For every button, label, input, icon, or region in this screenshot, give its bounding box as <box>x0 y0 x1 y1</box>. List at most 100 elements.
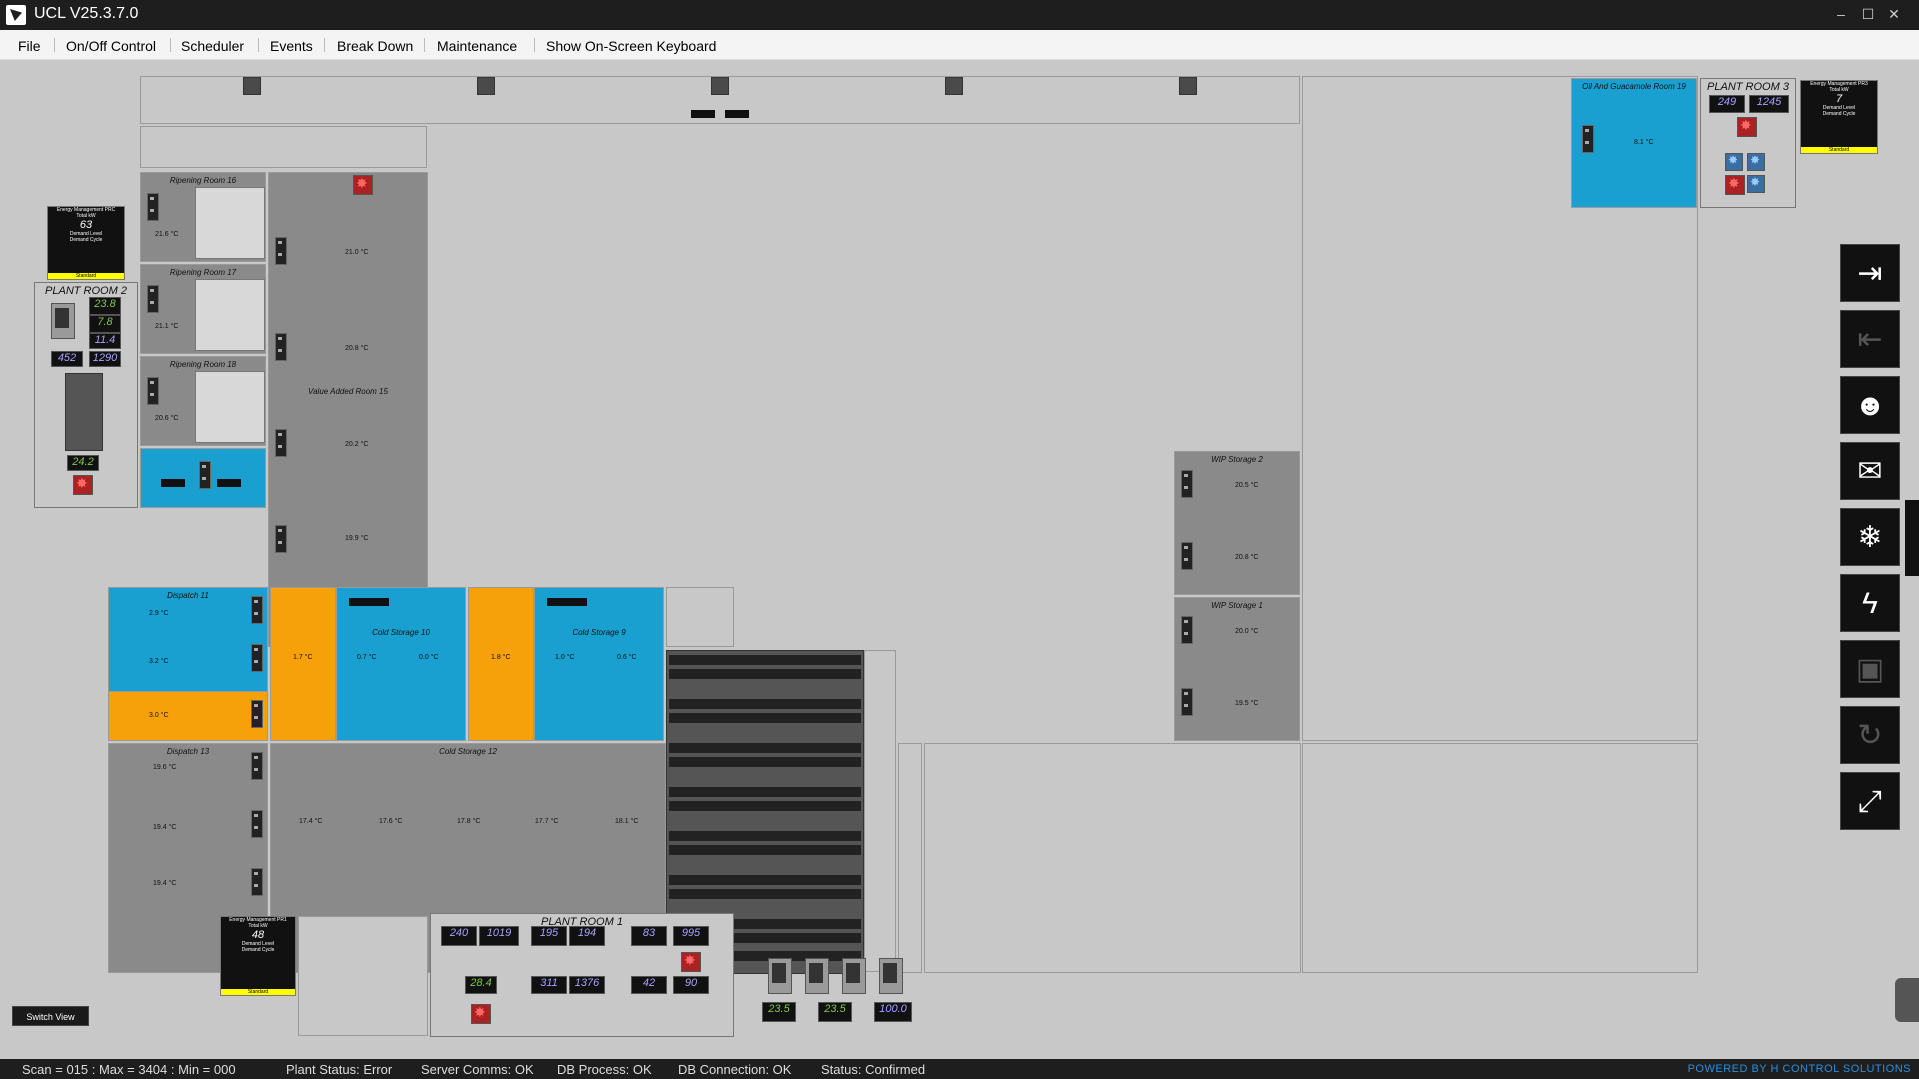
collapse-panel-tab[interactable] <box>1895 978 1919 1022</box>
alarm-fan-icon[interactable] <box>353 175 373 195</box>
outdoor-drybulb-display: 23.5 <box>762 1002 796 1022</box>
heater-icon[interactable] <box>199 461 211 489</box>
user-settings-icon[interactable]: ☻ <box>1840 376 1900 434</box>
cold-storage-9-warm[interactable]: 1.8 °C <box>468 587 534 741</box>
evaporator-icon[interactable] <box>275 333 287 361</box>
mail-icon[interactable]: ✉ <box>1840 442 1900 500</box>
door-unit-icon[interactable] <box>477 77 495 95</box>
door-unit-icon[interactable] <box>711 77 729 95</box>
evaporator-icon[interactable] <box>251 644 263 672</box>
condenser-fan-icon[interactable] <box>471 1004 491 1024</box>
menu-bar: File On/Off Control Scheduler Events Bre… <box>0 30 1919 60</box>
evaporator-icon[interactable] <box>251 868 263 896</box>
energy-management-pr3[interactable]: Energy Management PR3 Total kW 7 Demand … <box>1800 80 1878 154</box>
top-corridor <box>140 76 1300 124</box>
dispatch-11-warm-zone[interactable]: 3.0 °C <box>108 691 268 741</box>
site-plan: Energy Management PRC Total kW 63 Demand… <box>0 60 1919 1059</box>
evaporator-icon[interactable] <box>251 810 263 838</box>
energy-management-prc[interactable]: Energy Management PRC Total kW 63 Demand… <box>47 206 125 280</box>
door-unit-icon[interactable] <box>1179 77 1197 95</box>
ripening-control-panel[interactable] <box>195 279 265 351</box>
evaporator-icon[interactable] <box>251 752 263 780</box>
menu-onoff-control[interactable]: On/Off Control <box>66 38 156 54</box>
evaporator-icon[interactable] <box>147 285 159 313</box>
menu-scheduler[interactable]: Scheduler <box>181 38 244 54</box>
logout-icon[interactable]: ⇤ <box>1840 310 1900 368</box>
ripening-room-16[interactable]: Ripening Room 16 21.6 °C <box>140 172 266 262</box>
suction-display: 83 <box>631 926 667 946</box>
ripening-control-panel[interactable] <box>195 371 265 443</box>
evaporator-icon[interactable] <box>147 193 159 221</box>
switch-view-button[interactable]: Switch View <box>12 1006 89 1026</box>
suction-display: 240 <box>441 926 477 946</box>
condenser-fan-icon[interactable] <box>1725 175 1745 195</box>
login-icon[interactable]: ⇥ <box>1840 244 1900 302</box>
ripening-room-18[interactable]: Ripening Room 18 20.6 °C <box>140 356 266 446</box>
evaporator-icon[interactable] <box>1181 542 1193 570</box>
value-added-room-15[interactable]: 21.0 °C 20.8 °C Value Added Room 15 20.2… <box>268 172 428 647</box>
evaporator-icon[interactable] <box>1181 470 1193 498</box>
window-titlebar: UCL V25.3.7.0 – ☐ ✕ <box>0 0 1919 30</box>
condenser-fan-icon[interactable] <box>1747 175 1765 193</box>
evaporator-icon[interactable] <box>1181 616 1193 644</box>
menu-file[interactable]: File <box>18 38 41 54</box>
compressor-icon[interactable] <box>51 303 75 339</box>
app-logo-icon <box>6 5 26 25</box>
door-unit-icon[interactable] <box>243 77 261 95</box>
menu-breakdown[interactable]: Break Down <box>337 38 413 54</box>
fullscreen-icon[interactable]: ⤢ <box>1840 772 1900 830</box>
side-panel-handle[interactable] <box>1905 500 1919 576</box>
rack-alarm-icon[interactable] <box>681 952 701 972</box>
db-connection-status: DB Connection: OK <box>678 1062 792 1077</box>
maximize-icon[interactable]: ☐ <box>1857 4 1879 24</box>
condenser-fan-icon[interactable] <box>1747 153 1765 171</box>
app-title: UCL V25.3.7.0 <box>34 5 139 22</box>
status-bar: Scan = 015 : Max = 3404 : Min = 000 Plan… <box>0 1059 1919 1079</box>
plant-room-3[interactable]: PLANT ROOM 3 249 1245 <box>1700 78 1796 208</box>
plant-room-2[interactable]: PLANT ROOM 2 23.8 7.8 11.4 452 1290 24.2 <box>34 282 138 508</box>
cold-storage-10-warm[interactable]: 1.7 °C <box>270 587 336 741</box>
evaporator-icon[interactable] <box>275 429 287 457</box>
menu-maintenance[interactable]: Maintenance <box>437 38 517 54</box>
evaporator-icon[interactable] <box>251 596 263 624</box>
evaporator-icon[interactable] <box>1582 125 1594 153</box>
ripening-control-panel[interactable] <box>195 187 265 259</box>
wip-storage-1[interactable]: WIP Storage 1 20.0 °C 19.5 °C <box>1174 597 1300 741</box>
evaporator-icon[interactable] <box>147 377 159 405</box>
oil-and-guacamole-room-19[interactable]: Oil And Guacamole Room 19 8.1 °C <box>1571 78 1697 208</box>
server-status: Server Comms: OK <box>421 1062 534 1077</box>
menu-onscreen-keyboard[interactable]: Show On-Screen Keyboard <box>546 38 716 54</box>
condenser-fan-icon[interactable] <box>1725 153 1743 171</box>
evaporator-icon[interactable] <box>251 700 263 728</box>
pump-icon[interactable] <box>768 958 792 994</box>
door-unit-icon[interactable] <box>945 77 963 95</box>
evaporator-icon[interactable] <box>275 525 287 553</box>
ambient-display: 24.2 <box>67 455 99 471</box>
cold-storage-9[interactable]: Cold Storage 9 1.0 °C 0.6 °C <box>534 587 664 741</box>
empty-area <box>1302 743 1698 973</box>
pump-icon[interactable] <box>879 958 903 994</box>
drybulb-display: 23.8 <box>89 297 121 315</box>
evaporator-icon[interactable] <box>275 237 287 265</box>
pump-icon[interactable] <box>842 958 866 994</box>
close-icon[interactable]: ✕ <box>1883 4 1905 24</box>
heating-unit[interactable] <box>140 448 266 508</box>
pump-icon[interactable] <box>805 958 829 994</box>
power-icon[interactable]: ϟ <box>1840 574 1900 632</box>
condenser-fan-icon[interactable] <box>73 475 93 495</box>
refresh-icon[interactable]: ↻ <box>1840 706 1900 764</box>
rack-alarm-icon[interactable] <box>1737 117 1757 137</box>
rack-unit[interactable] <box>65 373 103 451</box>
suction-display: 195 <box>531 926 567 946</box>
energy-management-pr1[interactable]: Energy Management PR1 Total kW 48 Demand… <box>220 916 296 996</box>
evaporator-icon[interactable] <box>1181 688 1193 716</box>
minimize-icon[interactable]: – <box>1830 4 1852 24</box>
defrost-icon[interactable]: ❄ <box>1840 508 1900 566</box>
save-icon[interactable]: ▣ <box>1840 640 1900 698</box>
cold-storage-10[interactable]: Cold Storage 10 0.7 °C 0.0 °C <box>336 587 466 741</box>
ripening-room-17[interactable]: Ripening Room 17 21.1 °C <box>140 264 266 354</box>
menu-events[interactable]: Events <box>270 38 313 54</box>
wip-storage-2[interactable]: WIP Storage 2 20.5 °C 20.8 °C <box>1174 451 1300 595</box>
plant-room-1[interactable]: PLANT ROOM 1 240 1019 195 194 83 995 28.… <box>430 913 734 1037</box>
discharge-display: 90 <box>673 976 709 994</box>
